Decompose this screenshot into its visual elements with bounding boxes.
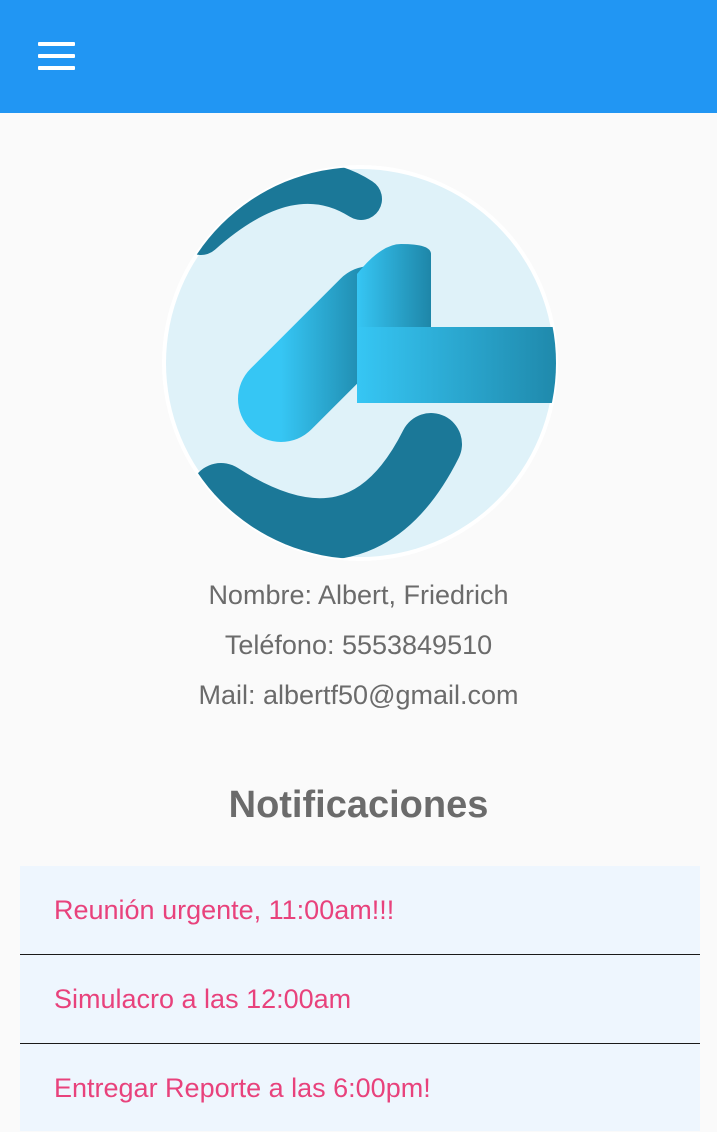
app-screen: Nombre: Albert, Friedrich Teléfono: 5553… xyxy=(0,0,717,1132)
hamburger-menu-icon[interactable] xyxy=(26,30,86,82)
profile-phone: Teléfono: 5553849510 xyxy=(224,630,493,660)
notification-item[interactable]: Entregar Reporte a las 6:00pm! xyxy=(20,1044,700,1131)
notification-item[interactable]: Reunión urgente, 11:00am!!! xyxy=(20,866,700,955)
logo-avatar xyxy=(162,165,558,561)
top-app-bar xyxy=(0,0,717,113)
notification-label: Reunión urgente, 11:00am!!! xyxy=(54,895,395,925)
notification-label: Entregar Reporte a las 6:00pm! xyxy=(54,1073,431,1103)
notifications-title: Notificaciones xyxy=(228,784,489,826)
profile-name: Nombre: Albert, Friedrich xyxy=(208,580,509,610)
profile-mail: Mail: albertf50@gmail.com xyxy=(198,680,519,710)
menu-line xyxy=(38,42,75,46)
menu-line xyxy=(38,54,75,58)
menu-line xyxy=(38,66,75,70)
notification-label: Simulacro a las 12:00am xyxy=(54,984,352,1014)
notifications-list: Reunión urgente, 11:00am!!! Simulacro a … xyxy=(20,866,700,1131)
notification-item[interactable]: Simulacro a las 12:00am xyxy=(20,955,700,1044)
profile-avatar xyxy=(161,164,559,562)
